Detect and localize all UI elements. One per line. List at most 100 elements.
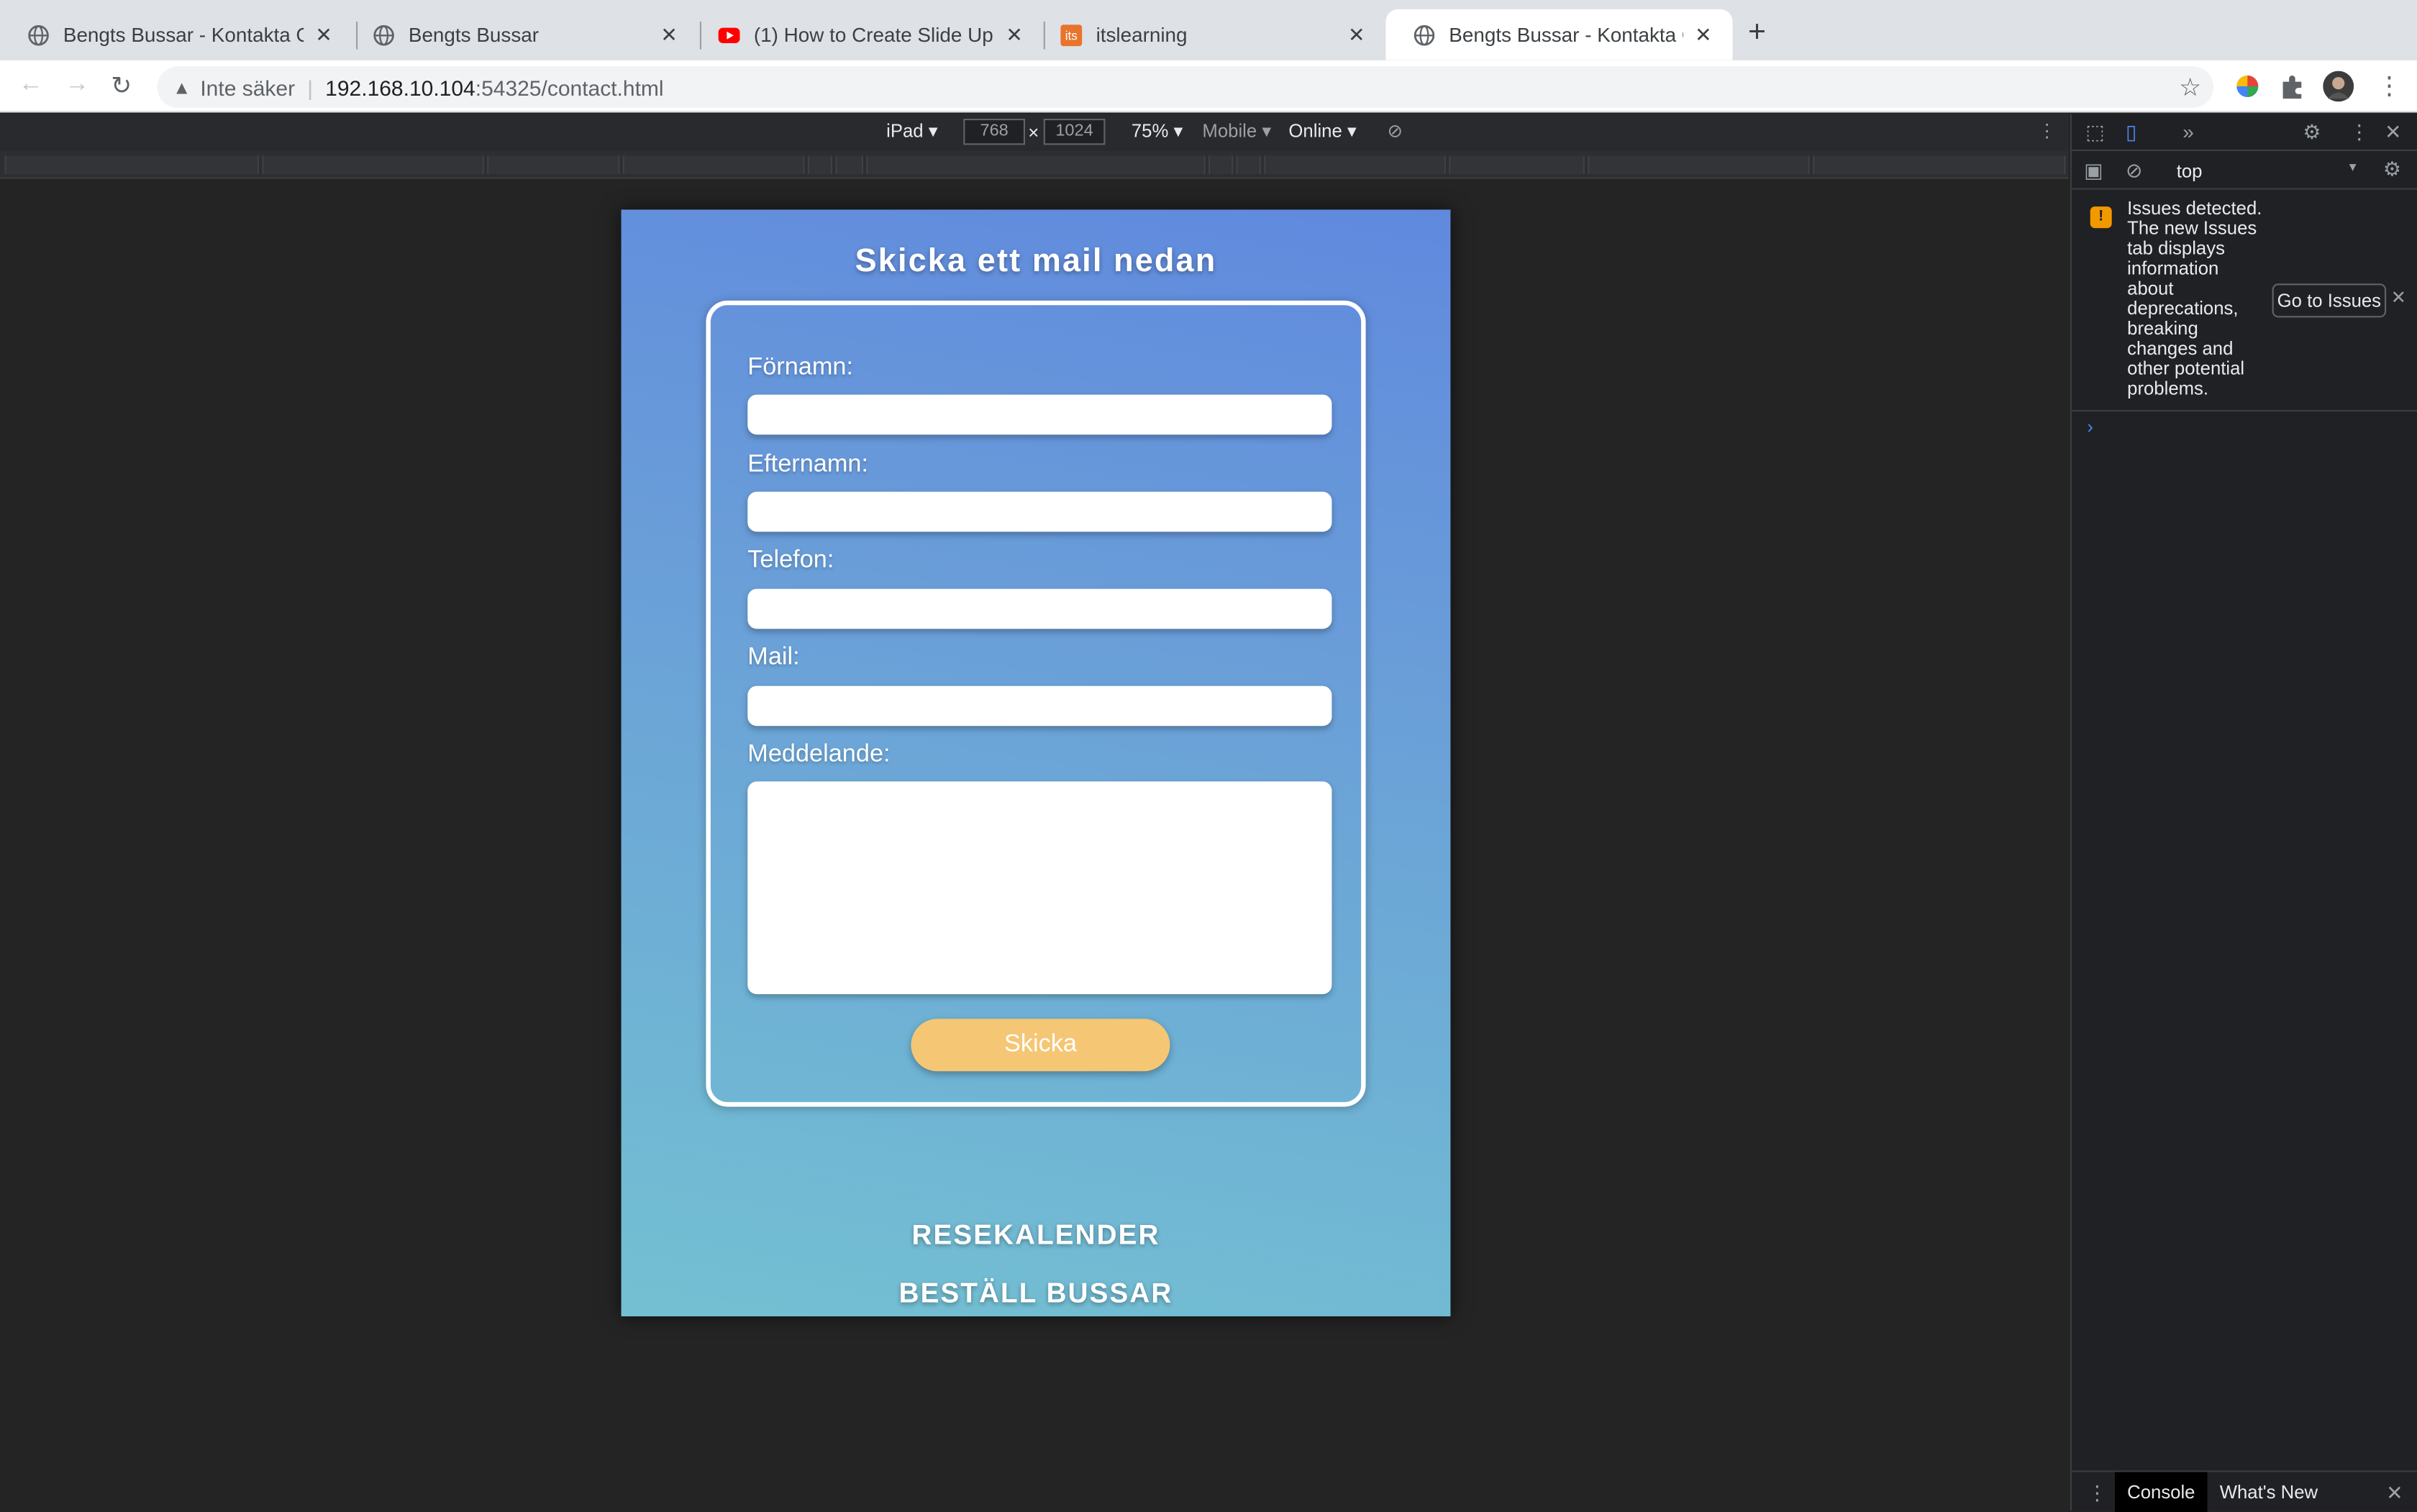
close-icon[interactable]: ✕	[2391, 287, 2407, 309]
media-query-segment[interactable]	[835, 155, 863, 175]
settings-gear-icon[interactable]: ⚙	[2303, 120, 2321, 145]
media-query-segment[interactable]	[262, 155, 484, 175]
close-icon[interactable]: ✕	[1003, 22, 1025, 47]
message-textarea[interactable]	[747, 781, 1332, 995]
mail-field[interactable]	[747, 686, 1332, 727]
page-title: Skicka ett mail nedan	[855, 243, 1217, 279]
browser-toolbar: ← → ↻ ▲ Inte säker | 192.168.10.104 :543…	[0, 60, 2417, 113]
tab-title: Bengts Bussar - Kontakta Oss	[1449, 23, 1683, 47]
media-query-segment[interactable]	[1264, 155, 1446, 175]
clear-console-icon[interactable]: ⊘	[2126, 159, 2142, 183]
tab-title: itslearning	[1096, 23, 1188, 47]
network-select[interactable]: Online ▾	[1288, 120, 1356, 142]
tab-console[interactable]: Console	[2115, 1472, 2208, 1512]
media-query-segment[interactable]	[807, 155, 833, 175]
phone-field[interactable]	[747, 588, 1332, 629]
devtools-menu-icon[interactable]: ⋮	[2349, 120, 2370, 145]
address-bar[interactable]: ▲ Inte säker | 192.168.10.104 :54325/con…	[157, 66, 2214, 108]
device-toggle-icon[interactable]: ▯	[2126, 120, 2136, 145]
browser-tab[interactable]: Bengts Bussar - Kontakta Oss ✕	[0, 9, 353, 60]
back-icon[interactable]: ←	[19, 71, 43, 99]
media-query-segment[interactable]	[487, 155, 620, 175]
tab-title: Bengts Bussar - Kontakta Oss	[63, 23, 304, 47]
close-icon[interactable]: ✕	[313, 22, 334, 47]
first-name-field[interactable]	[747, 394, 1332, 435]
media-query-segment[interactable]	[1449, 155, 1585, 175]
menu-kebab-icon[interactable]: ⋮	[2377, 71, 2401, 102]
profile-avatar[interactable]	[2323, 70, 2354, 102]
reload-icon[interactable]: ↻	[111, 71, 132, 102]
url-host: 192.168.10.104	[325, 74, 475, 100]
emulated-page: Skicka ett mail nedan Förnamn: Efternamn…	[621, 209, 1451, 1316]
close-devtools-icon[interactable]: ✕	[2385, 120, 2401, 145]
last-name-field[interactable]	[747, 491, 1332, 532]
submit-button[interactable]: Skicka	[911, 1019, 1170, 1072]
youtube-icon	[718, 27, 740, 42]
url-path: :54325/contact.html	[475, 74, 664, 100]
divider: |	[307, 74, 314, 100]
media-query-segment[interactable]	[1813, 155, 2066, 175]
devtools-panel: ⬚ ▯ » ⚙ ⋮ ✕ ▣ ⊘ top ▾ ⚙ ! Issues detecte…	[2070, 114, 2417, 1512]
browser-tab-active[interactable]: Bengts Bussar - Kontakta Oss ✕	[1385, 9, 1733, 60]
contact-form: Förnamn: Efternamn: Telefon: Mail: Medde…	[706, 300, 1366, 1107]
warning-badge-icon: !	[2090, 206, 2112, 229]
color-extension-icon[interactable]	[2234, 73, 2262, 101]
close-drawer-icon[interactable]: ✕	[2386, 1481, 2403, 1506]
bookmark-star-icon[interactable]: ☆	[2179, 73, 2201, 104]
close-icon[interactable]: ✕	[1346, 22, 1367, 47]
context-select[interactable]: top	[2177, 160, 2203, 182]
phone-label: Telefon:	[747, 547, 834, 574]
go-to-issues-button[interactable]: Go to Issues	[2272, 283, 2387, 318]
inspect-element-icon[interactable]: ⬚	[2085, 120, 2104, 145]
globe-icon	[28, 24, 49, 45]
tab-title: Bengts Bussar	[408, 23, 540, 47]
drawer-tabs: ⋮ Console What's New ✕	[2072, 1470, 2417, 1512]
console-settings-icon[interactable]: ⚙	[2383, 158, 2401, 182]
more-options-icon[interactable]: ⋮	[2038, 120, 2057, 142]
issues-banner: ! Issues detected. The new Issues tab di…	[2072, 191, 2417, 412]
device-width-input[interactable]: 768	[963, 119, 1025, 145]
mail-label: Mail:	[747, 644, 800, 671]
more-tabs-icon[interactable]: »	[2182, 120, 2194, 143]
chevron-down-icon[interactable]: ▾	[2349, 159, 2357, 176]
first-name-label: Förnamn:	[747, 354, 854, 381]
close-icon[interactable]: ✕	[658, 22, 680, 47]
device-select[interactable]: iPad ▾	[886, 120, 938, 142]
devtools-toolbar: ⬚ ▯ » ⚙ ⋮ ✕	[2072, 114, 2417, 151]
globe-icon	[373, 24, 394, 45]
nav-link-resekalender[interactable]: RESEKALENDER	[622, 1219, 1451, 1252]
globe-icon	[1414, 24, 1435, 45]
security-label[interactable]: Inte säker	[200, 75, 295, 99]
browser-tab[interactable]: Bengts Bussar ✕	[345, 9, 698, 60]
new-tab-button[interactable]: +	[1748, 17, 1766, 48]
close-icon[interactable]: ✕	[1693, 22, 1714, 47]
tab-whats-new[interactable]: What's New	[2208, 1472, 2331, 1512]
last-name-label: Efternamn:	[747, 451, 868, 478]
console-toolbar: ▣ ⊘ top ▾ ⚙	[2072, 151, 2417, 190]
media-query-segment[interactable]	[4, 155, 260, 175]
rotate-icon[interactable]: ⊘	[1388, 120, 1403, 142]
zoom-select[interactable]: 75% ▾	[1132, 120, 1183, 142]
forward-icon[interactable]: →	[65, 71, 89, 99]
browser-tab[interactable]: (1) How to Create Slide Up Ani ✕	[691, 9, 1044, 60]
extensions-puzzle-icon[interactable]	[2278, 73, 2306, 101]
media-query-segment[interactable]	[1236, 155, 1261, 175]
warning-icon[interactable]: ▲	[173, 76, 191, 98]
mode-select[interactable]: Mobile ▾	[1202, 120, 1271, 142]
drawer-menu-icon[interactable]: ⋮	[2087, 1481, 2107, 1506]
browser-tab[interactable]: its itslearning ✕	[1033, 9, 1386, 60]
media-query-segment[interactable]	[866, 155, 1206, 175]
sidebar-toggle-icon[interactable]: ▣	[2084, 159, 2103, 183]
nav-link-bestall-bussar[interactable]: BESTÄLL BUSSAR	[622, 1278, 1451, 1310]
console-prompt-icon[interactable]: ›	[2087, 416, 2093, 438]
media-query-bar[interactable]	[0, 151, 2069, 179]
media-query-segment[interactable]	[1588, 155, 1810, 175]
svg-text:its: its	[1065, 28, 1078, 42]
message-label: Meddelande:	[747, 741, 891, 768]
itslearning-icon: its	[1060, 24, 1083, 46]
tab-title: (1) How to Create Slide Up Ani	[753, 23, 994, 47]
media-query-segment[interactable]	[622, 155, 805, 175]
device-height-input[interactable]: 1024	[1043, 119, 1106, 145]
device-toolbar: iPad ▾ 768 × 1024 75% ▾ Mobile ▾ Online …	[0, 114, 2069, 151]
media-query-segment[interactable]	[1208, 155, 1234, 175]
